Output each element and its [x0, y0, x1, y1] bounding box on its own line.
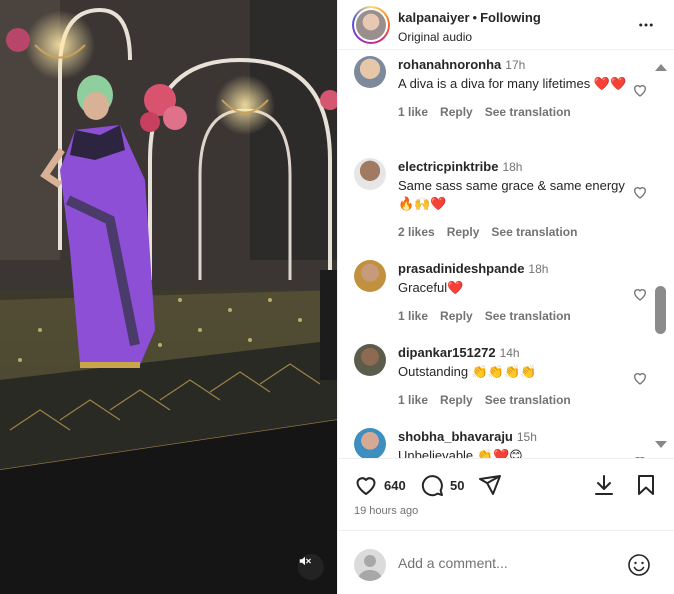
comment-username[interactable]: dipankar151272	[398, 345, 496, 360]
comment-time: 17h	[505, 58, 526, 72]
current-user-avatar	[354, 549, 386, 581]
comment-likes[interactable]: 1 like	[398, 309, 428, 323]
reply-button[interactable]: Reply	[440, 105, 473, 119]
comment-text: Same sass same grace & same energy 🔥🙌❤️	[398, 178, 625, 211]
comment-likes[interactable]: 1 like	[398, 393, 428, 407]
comment-likes[interactable]: 1 like	[398, 105, 428, 119]
mute-button[interactable]	[298, 554, 324, 580]
comments-scrollbar[interactable]	[653, 58, 669, 454]
posted-time[interactable]: 19 hours ago	[354, 505, 418, 517]
heart-icon[interactable]	[632, 82, 648, 98]
scroll-thumb[interactable]	[655, 286, 666, 334]
comment-avatar[interactable]	[354, 158, 386, 190]
post-actions: 640 50 19 hours ago	[338, 458, 674, 528]
send-icon[interactable]	[478, 473, 502, 497]
comments-list: rohanahnoronha 17h A diva is a diva for m…	[338, 50, 674, 458]
follow-status[interactable]: Following	[480, 10, 541, 25]
comment-avatar[interactable]	[354, 56, 386, 88]
muted-speaker-icon	[299, 556, 311, 566]
comment-time: 18h	[528, 262, 549, 276]
header-separator: •	[472, 10, 478, 25]
scroll-up-arrow-icon[interactable]	[655, 64, 667, 71]
heart-icon[interactable]	[632, 370, 648, 386]
reply-button[interactable]: Reply	[440, 393, 473, 407]
video-frame	[0, 0, 337, 594]
comment-text: A diva is a diva for many lifetimes ❤️❤️	[398, 76, 627, 91]
comment-username[interactable]: rohanahnoronha	[398, 57, 501, 72]
comment-text: Graceful❤️	[398, 280, 464, 295]
see-translation-link[interactable]: See translation	[485, 393, 571, 407]
heart-icon[interactable]	[632, 286, 648, 302]
like-count[interactable]: 640	[384, 478, 406, 493]
comment-time: 18h	[502, 160, 523, 174]
comment-username[interactable]: shobha_bhavaraju	[398, 429, 513, 444]
comment-time: 14h	[499, 346, 520, 360]
more-options-icon[interactable]	[637, 16, 655, 34]
comment-username[interactable]: prasadinideshpande	[398, 261, 524, 276]
audio-label[interactable]: Original audio	[398, 30, 541, 44]
comment-text: Outstanding 👏👏👏👏	[398, 364, 537, 379]
see-translation-link[interactable]: See translation	[485, 309, 571, 323]
comment-text: Unbelievable 👏❤️😊	[398, 448, 523, 458]
author-avatar[interactable]	[352, 6, 390, 44]
video-player[interactable]	[0, 0, 337, 594]
comment-username[interactable]: electricpinktribe	[398, 159, 498, 174]
reply-button[interactable]: Reply	[440, 309, 473, 323]
heart-icon[interactable]	[354, 473, 378, 497]
reply-button[interactable]: Reply	[447, 225, 480, 239]
comment-avatar[interactable]	[354, 344, 386, 376]
post-details-panel: kalpanaiyer • Following Original audio roh…	[337, 0, 674, 594]
comment-likes[interactable]: 2 likes	[398, 225, 435, 239]
scroll-down-arrow-icon[interactable]	[655, 441, 667, 448]
see-translation-link[interactable]: See translation	[491, 225, 577, 239]
heart-icon[interactable]	[632, 184, 648, 200]
author-username[interactable]: kalpanaiyer	[398, 10, 470, 25]
comment-button[interactable]: 50	[420, 473, 464, 497]
comment-input[interactable]	[398, 555, 598, 571]
comment-bubble-icon[interactable]	[420, 473, 444, 497]
comment-count[interactable]: 50	[450, 478, 464, 493]
see-translation-link[interactable]: See translation	[485, 105, 571, 119]
download-icon[interactable]	[592, 473, 616, 497]
add-comment-bar	[338, 530, 674, 594]
like-button[interactable]: 640	[354, 473, 406, 497]
comment-avatar[interactable]	[354, 260, 386, 292]
post-header: kalpanaiyer • Following Original audio	[338, 0, 674, 50]
emoji-icon[interactable]	[627, 553, 651, 577]
comment-avatar[interactable]	[354, 428, 386, 458]
bookmark-icon[interactable]	[634, 473, 658, 497]
comment-time: 15h	[516, 430, 537, 444]
